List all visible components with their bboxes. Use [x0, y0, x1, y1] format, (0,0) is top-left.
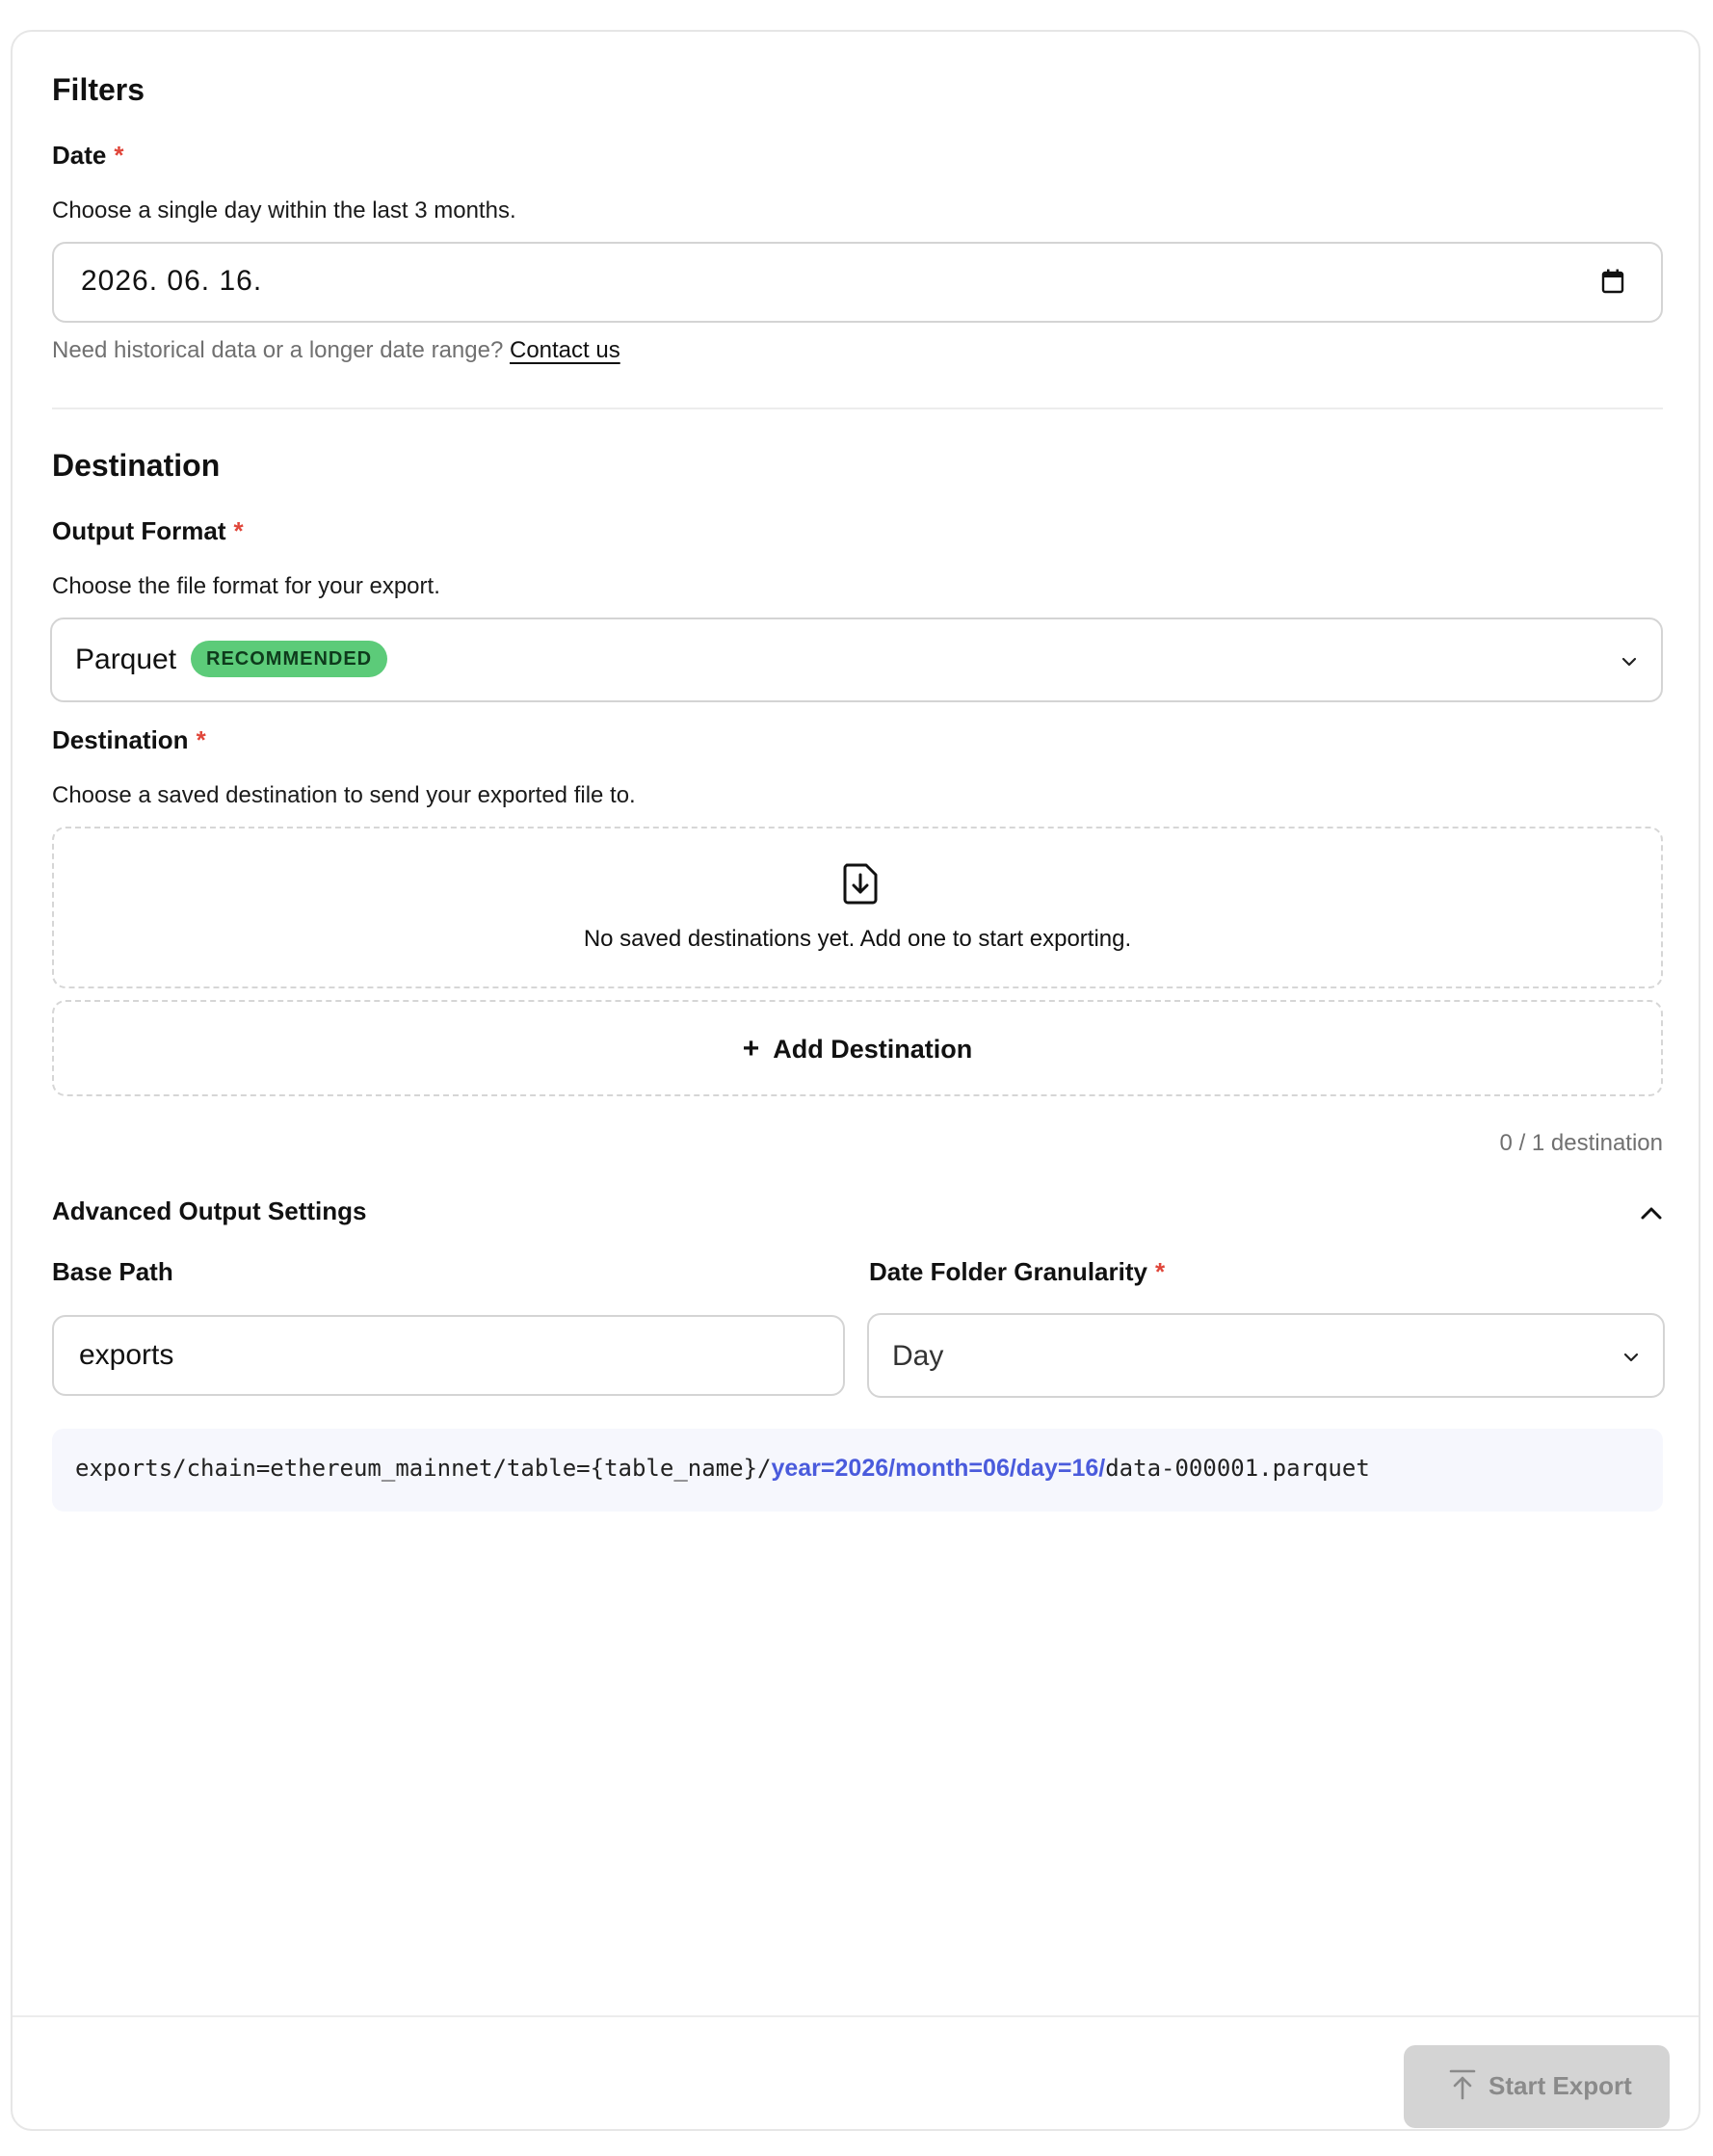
upload-icon — [1449, 2069, 1476, 2100]
granularity-label-text: Date Folder Granularity — [869, 1257, 1147, 1286]
file-download-icon — [843, 863, 878, 905]
start-export-label: Start Export — [1489, 2071, 1632, 2100]
plus-icon: + — [742, 1033, 760, 1065]
empty-destinations: No saved destinations yet. Add one to st… — [52, 827, 1663, 988]
required-mark: * — [196, 725, 206, 754]
footer-divider — [13, 2015, 1699, 2017]
granularity-label: Date Folder Granularity * — [869, 1257, 1165, 1287]
date-note-text: Need historical data or a longer date ra… — [52, 337, 504, 363]
date-value: 2026. 06. 16. — [81, 265, 263, 297]
export-settings-card: Filters Date * Choose a single day within… — [11, 30, 1700, 2131]
advanced-settings-toggle[interactable]: Advanced Output Settings — [52, 1196, 366, 1226]
base-path-input[interactable]: exports — [52, 1315, 845, 1396]
destination-section-title: Destination — [52, 448, 221, 483]
base-path-value: exports — [79, 1339, 174, 1371]
path-date-segment: year=2026/month=06/day=16/ — [771, 1455, 1106, 1482]
path-preview: exports/chain=ethereum_mainnet/table={ta… — [52, 1429, 1663, 1512]
date-help: Choose a single day within the last 3 mo… — [52, 197, 516, 223]
output-format-label: Output Format * — [52, 516, 244, 546]
date-label-text: Date — [52, 141, 107, 170]
output-format-select[interactable]: Parquet RECOMMENDED — [50, 618, 1663, 702]
output-format-label-text: Output Format — [52, 516, 226, 545]
date-note: Need historical data or a longer date ra… — [52, 337, 620, 364]
chevron-down-icon — [1621, 657, 1637, 667]
destination-count: 0 / 1 destination — [1499, 1130, 1663, 1156]
base-path-label: Base Path — [52, 1257, 173, 1286]
granularity-value: Day — [892, 1340, 944, 1372]
filters-title: Filters — [52, 72, 145, 107]
advanced-settings-title: Advanced Output Settings — [52, 1196, 367, 1225]
chevron-up-icon[interactable] — [1640, 1205, 1663, 1221]
add-destination-content: + Add Destination — [54, 1033, 1661, 1065]
destination-help: Choose a saved destination to send your … — [52, 782, 636, 808]
path-prefix: exports/chain=ethereum_mainnet/table={ta… — [75, 1455, 772, 1482]
destination-label: Destination * — [52, 725, 206, 755]
output-format-value: Parquet — [75, 644, 177, 675]
start-export-button[interactable]: Start Export — [1404, 2045, 1670, 2128]
recommended-badge: RECOMMENDED — [191, 641, 388, 677]
empty-destinations-text: No saved destinations yet. Add one to st… — [583, 926, 1132, 952]
add-destination-button[interactable]: + Add Destination — [52, 1000, 1663, 1096]
destination-label-text: Destination — [52, 725, 189, 754]
required-mark: * — [1154, 1257, 1166, 1286]
granularity-select[interactable]: Day — [867, 1313, 1665, 1398]
date-input[interactable]: 2026. 06. 16. — [52, 242, 1663, 323]
chevron-down-icon — [1623, 1353, 1639, 1362]
path-preview-text: exports/chain=ethereum_mainnet/table={ta… — [75, 1455, 1370, 1483]
section-divider — [52, 408, 1663, 409]
output-format-help: Choose the file format for your export. — [52, 573, 440, 599]
date-label: Date * — [52, 141, 123, 171]
required-mark: * — [233, 516, 244, 545]
path-suffix: data-000001.parquet — [1105, 1455, 1370, 1482]
calendar-icon[interactable] — [1601, 269, 1624, 294]
add-destination-label: Add Destination — [773, 1035, 973, 1064]
contact-us-link[interactable]: Contact us — [510, 337, 620, 363]
required-mark: * — [114, 141, 124, 170]
